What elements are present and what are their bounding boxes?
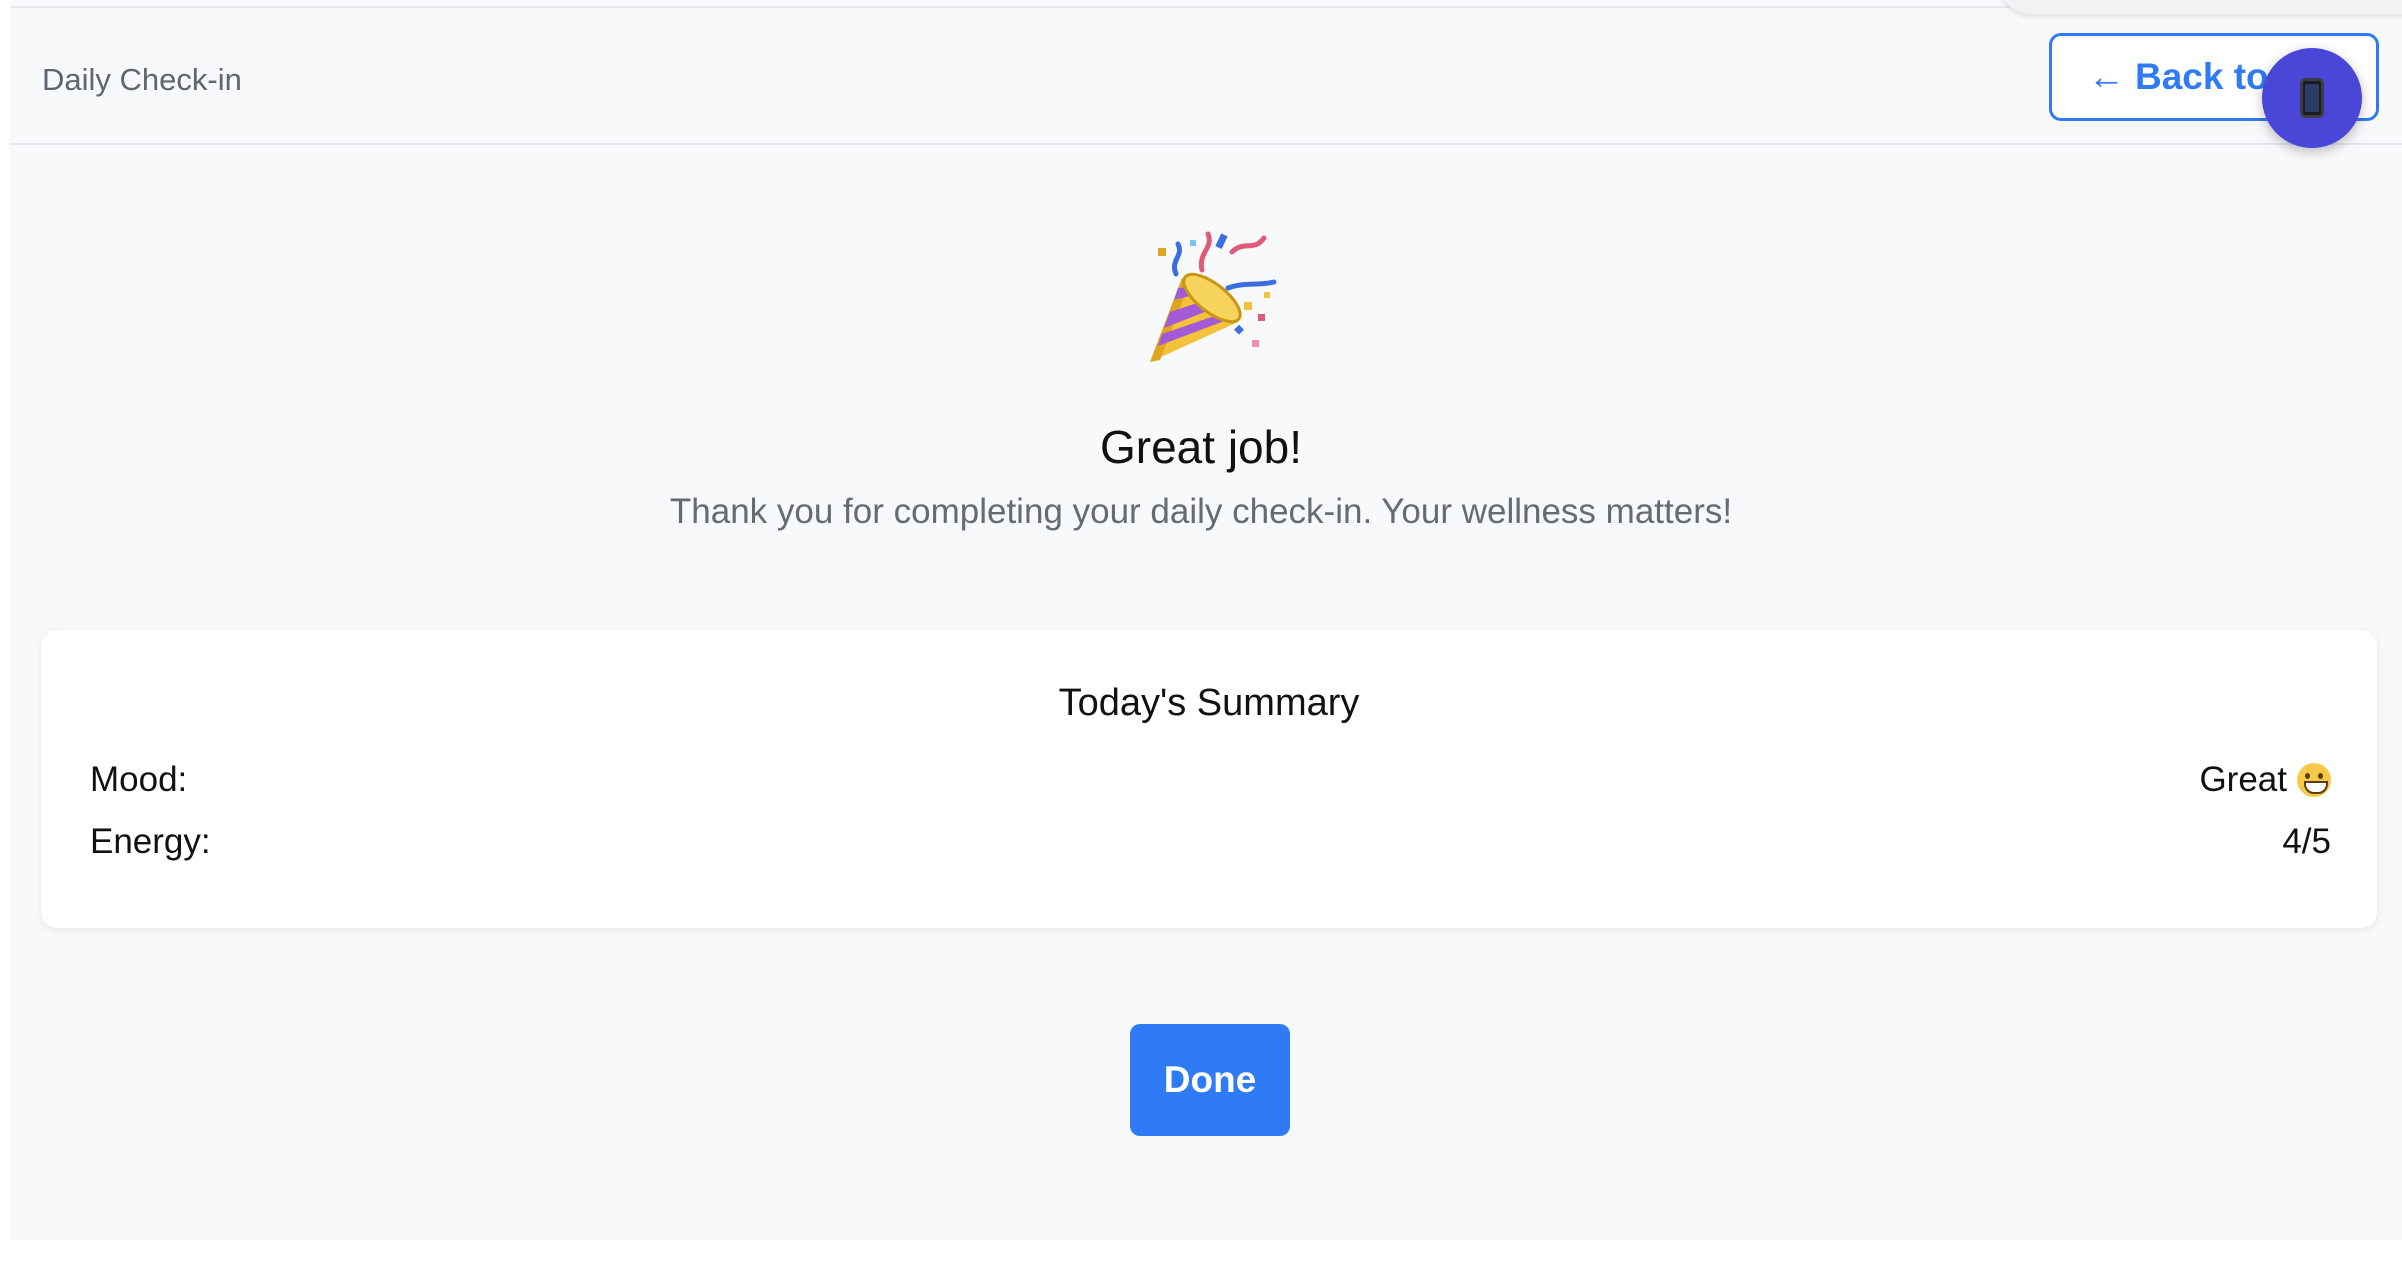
party-popper-icon — [1150, 231, 1277, 362]
success-heading: Great job! — [1100, 421, 1302, 473]
mobile-phone-icon — [2300, 78, 2324, 118]
grinning-face-icon — [2297, 763, 2331, 797]
page-header: Daily Check-in ← Back to M — [10, 8, 2402, 145]
mood-value-group: Great — [2199, 760, 2331, 800]
summary-card: Today's Summary Mood: Great Energy: 4/5 — [41, 630, 2377, 928]
arrow-left-icon: ← — [2088, 56, 2125, 97]
mood-label: Mood: — [90, 760, 188, 799]
page-title: Daily Check-in — [42, 62, 242, 97]
mobile-view-toggle-button[interactable] — [2262, 48, 2362, 148]
summary-title: Today's Summary — [1058, 682, 1360, 724]
energy-value: 4/5 — [2282, 822, 2331, 861]
energy-label: Energy: — [90, 822, 211, 861]
mood-value: Great — [2199, 760, 2287, 799]
done-button[interactable]: Done — [1130, 1024, 1290, 1136]
success-message: Thank you for completing your daily chec… — [669, 492, 1733, 531]
